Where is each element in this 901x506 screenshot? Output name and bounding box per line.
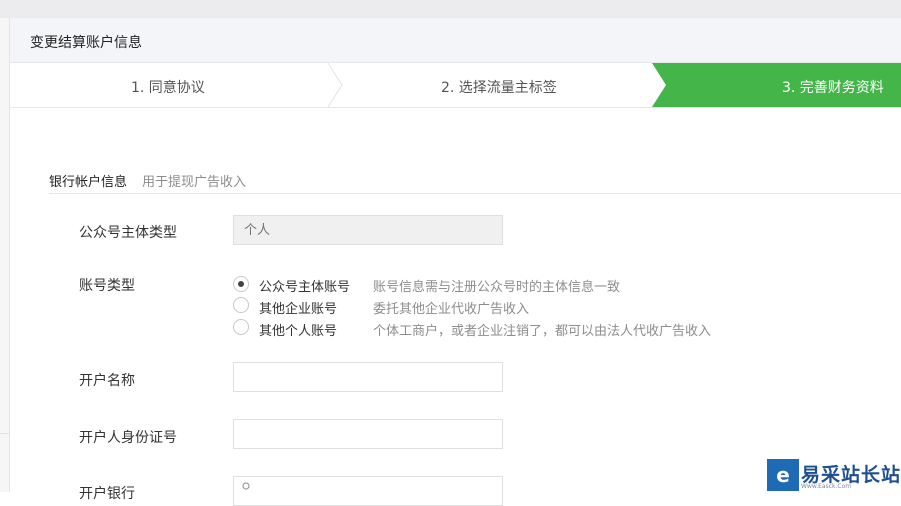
radio-subject-account-desc: 账号信息需与注册公众号时的主体信息一致 [373,280,621,295]
account-name-input[interactable] [233,362,503,392]
radio-other-enterprise-label[interactable]: 其他企业账号 [259,298,337,317]
radio-other-personal-desc: 个体工商户，或者企业注销了，都可以由法人代收广告收入 [373,324,712,339]
radio-other-personal-label[interactable]: 其他个人账号 [259,320,337,339]
step-separator-1 [328,63,343,107]
radio-subject-account[interactable] [233,276,249,292]
watermark-subtext: Www.Easck.Com [801,483,852,490]
radio-subject-account-label[interactable]: 公众号主体账号 [259,276,350,295]
bank-label: 开户银行 [79,486,135,502]
sidebar-divider [0,433,9,434]
account-name-label: 开户名称 [79,373,135,389]
search-icon [242,482,250,490]
subject-type-input [233,215,503,245]
id-number-input[interactable] [233,419,503,449]
panel-title: 变更结算账户信息 [30,35,142,51]
subject-type-label: 公众号主体类型 [79,225,177,241]
step-2-label: 2. 选择流量主标签 [441,80,557,96]
radio-other-personal[interactable] [233,319,249,335]
id-number-label: 开户人身份证号 [79,430,177,446]
browser-top-strip [0,0,901,18]
left-sidebar-rail [0,18,10,492]
step-1-label: 1. 同意协议 [131,80,205,96]
step-3-label: 3. 完善财务资料 [782,80,884,96]
watermark: e 易采站长站 Www.Easck.Com [767,458,901,492]
panel-header: 变更结算账户信息 [10,18,901,63]
section-title: 银行帐户信息 [49,175,128,190]
section-subtitle: 用于提现广告收入 [142,175,247,190]
step-progress-bar: 1. 同意协议 2. 选择流量主标签 3. 完善财务资料 [10,63,901,108]
section-divider [49,193,901,194]
account-type-label: 账号类型 [79,278,135,294]
radio-other-enterprise-desc: 委托其他企业代收广告收入 [373,302,530,317]
watermark-logo-icon: e [767,459,799,491]
bank-select-input[interactable] [233,476,503,506]
radio-other-enterprise[interactable] [233,297,249,313]
